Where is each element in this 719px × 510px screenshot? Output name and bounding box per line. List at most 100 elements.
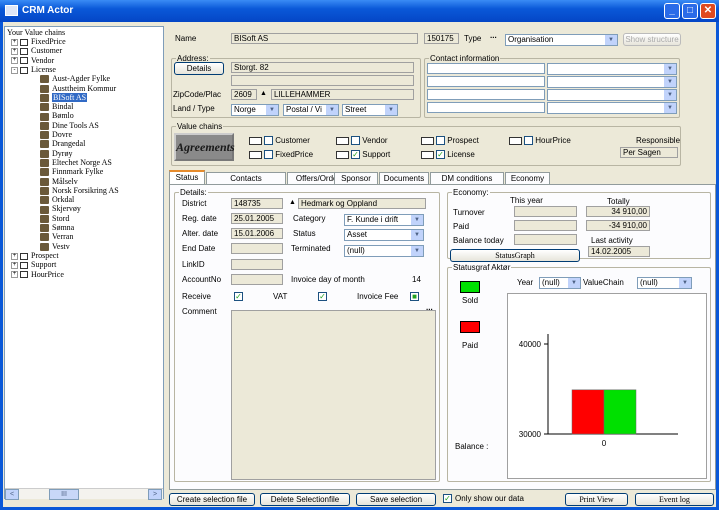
district-name-field[interactable]: Hedmark og Oppland xyxy=(298,198,426,209)
create-selection-file-button[interactable]: Create selection file xyxy=(169,493,255,506)
district-lookup-button[interactable]: ▲ xyxy=(289,198,296,208)
maximize-button[interactable]: □ xyxy=(682,3,698,19)
tree-folder[interactable]: + FixedPrice xyxy=(11,37,66,46)
expand-icon[interactable]: + xyxy=(11,57,18,65)
tree-leaf[interactable]: Vestv xyxy=(40,242,70,251)
value-chain-hourprice[interactable]: HourPrice xyxy=(509,136,571,146)
type-more-button[interactable]: ... xyxy=(490,31,497,41)
tree-leaf[interactable]: Aust-Agder Fylke xyxy=(40,74,110,84)
value-chain-customer[interactable]: Customer xyxy=(249,136,310,146)
status-select[interactable]: Asset ▼ xyxy=(344,229,424,241)
tree-leaf[interactable]: Dovre xyxy=(40,130,72,140)
tree-folder[interactable]: + Support xyxy=(11,260,56,269)
tree-folder[interactable]: + Prospect xyxy=(11,251,59,260)
value-chain-checkbox[interactable] xyxy=(436,136,445,146)
tree-leaf[interactable]: Bindal xyxy=(40,102,73,112)
contact-name-field[interactable] xyxy=(427,76,545,87)
street-field[interactable]: Storgt. 82 xyxy=(231,62,414,73)
agreements-logo[interactable]: Agreements xyxy=(174,133,235,161)
tree-leaf[interactable]: Verran xyxy=(40,232,73,242)
receive-checkbox[interactable]: ✓ xyxy=(234,292,243,301)
expand-icon[interactable]: + xyxy=(11,271,18,279)
value-chain-license[interactable]: ✓ License xyxy=(421,150,475,160)
value-chain-support[interactable]: ✓ Support xyxy=(336,150,390,160)
invoice-fee-checkbox[interactable]: ■ xyxy=(410,292,419,301)
tree-leaf[interactable]: Dine Tools AS xyxy=(40,121,99,130)
end-date-field[interactable] xyxy=(231,243,283,254)
type-select[interactable]: Organisation ▼ xyxy=(505,34,618,46)
tree-leaf[interactable]: Orkdal xyxy=(40,195,74,205)
event-log-button[interactable]: Event log xyxy=(635,493,714,506)
linkid-field[interactable] xyxy=(231,259,283,270)
expand-icon[interactable]: + xyxy=(11,38,18,46)
last-activity-field[interactable]: 14.02.2005 xyxy=(588,246,650,257)
year-select[interactable]: (null) ▼ xyxy=(539,277,581,289)
tab-dm-conditions[interactable]: DM conditions xyxy=(430,172,504,184)
details-button[interactable]: Details xyxy=(174,62,224,75)
reg-date-field[interactable]: 25.01.2005 xyxy=(231,213,283,224)
tree-leaf[interactable]: Austtheim Kommur xyxy=(40,84,116,93)
scroll-right-button[interactable]: > xyxy=(148,489,162,500)
address-line2-field[interactable] xyxy=(231,75,414,86)
tree-leaf[interactable]: BISoft AS xyxy=(40,92,88,102)
category-select[interactable]: F. Kunde i drift ▼ xyxy=(344,214,424,226)
save-selection-button[interactable]: Save selection xyxy=(356,493,436,506)
vat-checkbox[interactable]: ✓ xyxy=(318,292,327,301)
expand-icon[interactable]: + xyxy=(11,261,18,269)
paid-this-year-field[interactable] xyxy=(514,220,577,231)
tree-leaf[interactable]: Stord xyxy=(40,214,69,223)
contact-value-select[interactable]: ▼ xyxy=(547,76,677,88)
tab-economy[interactable]: Economy xyxy=(505,172,550,184)
scroll-thumb[interactable]: III xyxy=(49,489,79,500)
tree-folder[interactable]: - License xyxy=(11,65,56,74)
responsible-field[interactable]: Per Sagen xyxy=(620,147,678,158)
alter-date-field[interactable]: 15.01.2006 xyxy=(231,228,283,239)
expand-icon[interactable]: + xyxy=(11,47,18,55)
tree-leaf[interactable]: Bømlo xyxy=(40,111,74,121)
tree-leaf[interactable]: Dyrøy xyxy=(40,149,72,158)
city-field[interactable]: LILLEHAMMER xyxy=(271,89,414,100)
tree-leaf[interactable]: Norsk Forsikring AS xyxy=(40,186,119,195)
print-view-button[interactable]: Print View xyxy=(565,493,628,506)
tab-documents[interactable]: Documents xyxy=(379,172,429,184)
turnover-total-field[interactable]: 34 910,00 xyxy=(586,206,650,217)
district-code-field[interactable]: 148735 xyxy=(231,198,283,209)
contact-name-field[interactable] xyxy=(427,63,545,74)
value-chain-vendor[interactable]: Vendor xyxy=(336,136,388,146)
tree-leaf[interactable]: Målselv xyxy=(40,177,78,186)
zip-lookup-button[interactable]: ▲ xyxy=(260,89,267,99)
invoice-day-value[interactable]: 14 xyxy=(412,275,421,285)
tree-leaf[interactable]: Finnmark Fylke xyxy=(40,167,103,177)
balance-today-field[interactable] xyxy=(514,234,577,245)
value-chain-checkbox[interactable] xyxy=(351,136,360,146)
tree-leaf[interactable]: Skjervøy xyxy=(40,204,81,214)
delete-selection-file-button[interactable]: Delete Selectionfile xyxy=(260,493,350,506)
terminated-select[interactable]: (null) ▼ xyxy=(344,245,424,257)
tree-folder[interactable]: + Vendor xyxy=(11,56,54,65)
tree-folder[interactable]: + HourPrice xyxy=(11,270,64,279)
contact-value-select[interactable]: ▼ xyxy=(547,102,677,114)
close-button[interactable]: ✕ xyxy=(700,3,716,19)
value-chain-fixedprice[interactable]: FixedPrice xyxy=(249,150,313,160)
tab-status[interactable]: Status xyxy=(169,170,205,185)
value-chain-checkbox[interactable] xyxy=(524,136,533,146)
turnover-this-year-field[interactable] xyxy=(514,206,577,217)
tree-horizontal-scrollbar[interactable]: < III > xyxy=(5,488,163,500)
tab-sponsor[interactable]: Sponsor xyxy=(334,172,378,184)
expand-icon[interactable]: + xyxy=(11,252,18,260)
contact-value-select[interactable]: ▼ xyxy=(547,89,677,101)
value-chain-checkbox[interactable] xyxy=(264,150,273,160)
land-select[interactable]: Norge ▼ xyxy=(231,104,279,116)
name-field[interactable]: BISoft AS xyxy=(231,33,418,44)
tree-folder[interactable]: + Customer xyxy=(11,46,62,55)
show-structure-button[interactable]: Show structure xyxy=(623,33,681,46)
tree-leaf[interactable]: Drangedal xyxy=(40,139,85,149)
id-field[interactable]: 150175 xyxy=(424,33,459,44)
scroll-left-button[interactable]: < xyxy=(5,489,19,500)
only-ours-checkbox[interactable]: ✓ xyxy=(443,494,452,503)
minimize-button[interactable]: _ xyxy=(664,3,680,19)
value-chain-tree[interactable]: Your Value chains + FixedPrice + Customer + V… xyxy=(4,26,164,499)
contact-name-field[interactable] xyxy=(427,102,545,113)
valuechain-select[interactable]: (null) ▼ xyxy=(637,277,692,289)
expand-icon[interactable]: - xyxy=(11,66,18,74)
